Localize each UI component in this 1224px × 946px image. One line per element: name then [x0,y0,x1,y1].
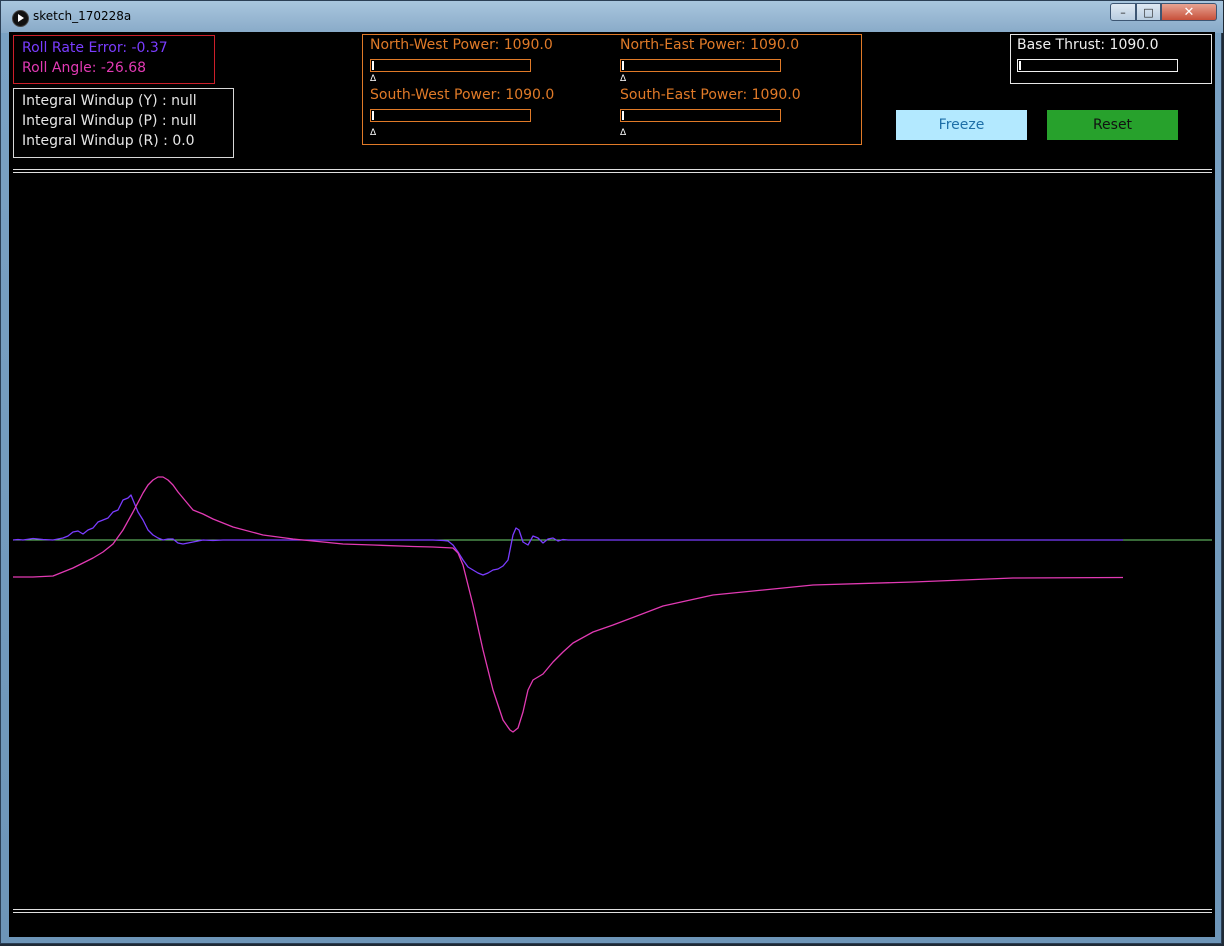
window-controls: – □ ✕ [1110,3,1217,23]
maximize-button[interactable]: □ [1136,3,1161,21]
roll-rate-error-line [12,494,1123,576]
roll-angle-line [13,476,1124,733]
sketch-canvas: Roll Rate Error: -0.37 Roll Angle: -26.6… [9,32,1215,937]
play-icon [12,10,29,27]
minimize-icon: – [1120,5,1126,19]
title-bar[interactable]: sketch_170228a – □ ✕ [1,1,1223,33]
roll-plot [12,476,1212,733]
close-button[interactable]: ✕ [1161,3,1217,21]
minimize-button[interactable]: – [1110,3,1136,21]
maximize-icon: □ [1143,5,1154,19]
close-icon: ✕ [1183,4,1195,20]
app-window: sketch_170228a – □ ✕ Roll Rate Error: -0… [0,0,1223,944]
window-title: sketch_170228a [33,9,132,23]
